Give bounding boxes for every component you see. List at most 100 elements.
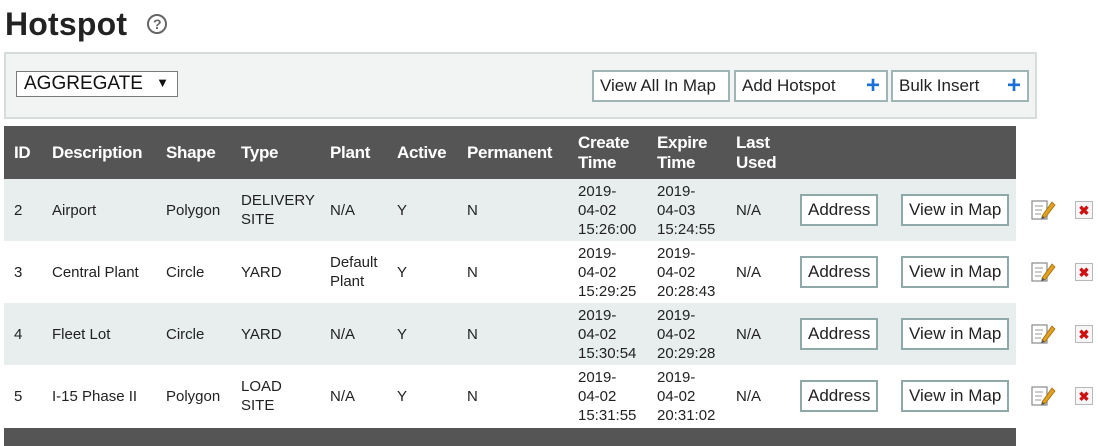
row-actions: ✖ [1022,303,1098,365]
table-footer-bar [4,428,1016,446]
view-in-map-button[interactable]: View in Map [901,318,1010,350]
col-header-last-used[interactable]: Last Used [726,126,790,179]
delete-icon[interactable]: ✖ [1075,325,1093,343]
cell-plant: N/A [320,179,387,241]
address-button[interactable]: Address [800,318,879,350]
cell-plant: Default Plant [320,241,387,303]
cell-active: Y [387,179,457,241]
cell-permanent: N [457,179,568,241]
toolbar: AGGREGATE ▼ View All In Map Add Hotspot … [4,52,1037,119]
cell-type: LOAD SITE [231,365,320,427]
cell-type: DELIVERY SITE [231,179,320,241]
table-header-row: ID Description Shape Type Plant Active P… [4,126,1016,179]
col-header-active[interactable]: Active [387,126,457,179]
edit-icon[interactable] [1030,197,1056,221]
page-title: Hotspot [5,5,128,42]
bulk-insert-button[interactable]: Bulk Insert + [891,70,1029,102]
cell-active: Y [387,303,457,365]
edit-icon[interactable] [1030,259,1056,283]
cell-create-time: 2019- 04-02 15:26:00 [568,179,647,241]
bulk-insert-label: Bulk Insert [899,76,980,95]
row-actions: ✖ [1022,241,1098,303]
cell-description: I-15 Phase II [42,365,156,427]
plant-filter-value: AGGREGATE [24,73,143,94]
row-actions: ✖ [1022,179,1098,241]
add-hotspot-button[interactable]: Add Hotspot + [734,70,888,102]
cell-id: 3 [4,241,42,303]
col-header-id[interactable]: ID [4,126,42,179]
cell-create-time: 2019- 04-02 15:31:55 [568,365,647,427]
cell-description: Fleet Lot [42,303,156,365]
cell-last-used: N/A [726,179,790,241]
col-header-plant[interactable]: Plant [320,126,387,179]
view-in-map-button[interactable]: View in Map [901,380,1010,412]
col-header-shape[interactable]: Shape [156,126,231,179]
cell-expire-time: 2019- 04-02 20:31:02 [647,365,726,427]
cell-permanent: N [457,303,568,365]
table-row: 4 Fleet Lot Circle YARD N/A Y N 2019- 04-… [4,303,1016,365]
cell-last-used: N/A [726,241,790,303]
row-actions: ✖ [1022,365,1098,427]
cell-shape: Circle [156,303,231,365]
cell-view-map: View in Map [891,365,1016,427]
cell-expire-time: 2019- 04-02 20:29:28 [647,303,726,365]
cell-plant: N/A [320,303,387,365]
cell-address: Address [790,303,891,365]
cell-shape: Polygon [156,179,231,241]
cell-shape: Circle [156,241,231,303]
delete-icon[interactable]: ✖ [1075,201,1093,219]
cell-id: 4 [4,303,42,365]
cell-id: 5 [4,365,42,427]
address-button[interactable]: Address [800,380,879,412]
cell-view-map: View in Map [891,303,1016,365]
edit-icon[interactable] [1030,321,1056,345]
plant-filter-select[interactable]: AGGREGATE ▼ [16,71,178,97]
cell-type: YARD [231,303,320,365]
plus-icon: + [865,72,880,99]
cell-expire-time: 2019- 04-03 15:24:55 [647,179,726,241]
cell-description: Airport [42,179,156,241]
cell-active: Y [387,241,457,303]
cell-last-used: N/A [726,365,790,427]
edit-icon[interactable] [1030,383,1056,407]
view-in-map-button[interactable]: View in Map [901,194,1010,226]
hotspot-table: ID Description Shape Type Plant Active P… [4,126,1016,427]
cell-shape: Polygon [156,365,231,427]
cell-address: Address [790,241,891,303]
cell-plant: N/A [320,365,387,427]
address-button[interactable]: Address [800,194,879,226]
cell-permanent: N [457,241,568,303]
cell-view-map: View in Map [891,179,1016,241]
add-hotspot-label: Add Hotspot [742,76,836,95]
delete-icon[interactable]: ✖ [1075,387,1093,405]
col-header-expire-time[interactable]: Expire Time [647,126,726,179]
cell-view-map: View in Map [891,241,1016,303]
cell-address: Address [790,365,891,427]
cell-address: Address [790,179,891,241]
col-header-permanent[interactable]: Permanent [457,126,568,179]
col-header-address [790,126,891,179]
view-in-map-button[interactable]: View in Map [901,256,1010,288]
address-button[interactable]: Address [800,256,879,288]
view-all-in-map-button[interactable]: View All In Map [592,70,730,102]
col-header-description[interactable]: Description [42,126,156,179]
col-header-type[interactable]: Type [231,126,320,179]
dropdown-caret-icon: ▼ [156,75,169,90]
col-header-view-map [891,126,1016,179]
cell-type: YARD [231,241,320,303]
title-row: Hotspot ? [5,0,168,48]
table-row: 3 Central Plant Circle YARD Default Plant… [4,241,1016,303]
delete-icon[interactable]: ✖ [1075,263,1093,281]
plus-icon: + [1006,72,1021,99]
cell-last-used: N/A [726,303,790,365]
view-all-in-map-label: View All In Map [600,76,716,95]
cell-id: 2 [4,179,42,241]
table-row: 2 Airport Polygon DELIVERY SITE N/A Y N 2… [4,179,1016,241]
table-row: 5 I-15 Phase II Polygon LOAD SITE N/A Y N… [4,365,1016,427]
cell-permanent: N [457,365,568,427]
help-icon[interactable]: ? [147,14,168,34]
cell-create-time: 2019- 04-02 15:30:54 [568,303,647,365]
cell-description: Central Plant [42,241,156,303]
col-header-create-time[interactable]: Create Time [568,126,647,179]
cell-create-time: 2019- 04-02 15:29:25 [568,241,647,303]
